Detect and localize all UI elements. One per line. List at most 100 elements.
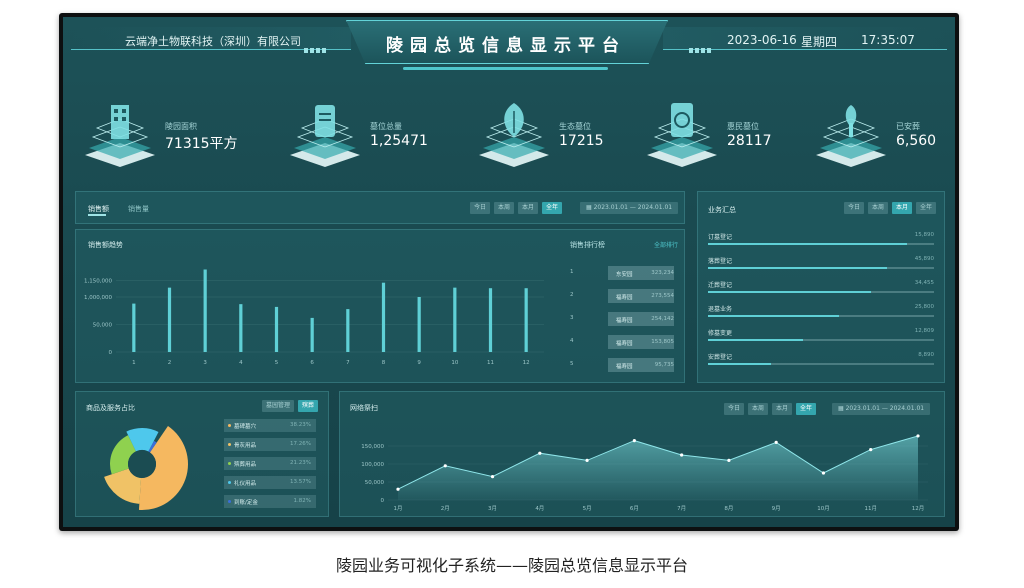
x-tick-label: 3月 xyxy=(488,505,497,512)
rank-view-all-link[interactable]: 全部排行 xyxy=(654,240,678,249)
calendar-icon: ▦ xyxy=(586,204,594,211)
net-period-month-button[interactable]: 本月 xyxy=(772,403,793,415)
legend-item[interactable]: 墓碑墓穴 38.23% xyxy=(224,419,316,432)
rank-item[interactable]: 1 东安园 323,234 xyxy=(570,266,680,280)
legend-item[interactable]: 殡葬用品 21.23% xyxy=(224,457,316,470)
data-point xyxy=(869,448,873,452)
date-range-text: 2023.01.01 — 2024.01.01 xyxy=(593,204,673,211)
biz-period-month-button[interactable]: 本月 xyxy=(892,202,913,214)
period-week-button[interactable]: 本周 xyxy=(494,202,515,214)
area-fill xyxy=(398,435,918,500)
date-range-picker[interactable]: ▦ 2023.01.01 — 2024.01.01 xyxy=(580,202,679,214)
business-name: 退墓业务 xyxy=(708,306,733,313)
legend-value: 38.23% xyxy=(290,422,311,428)
products-title: 商品及服务占比 xyxy=(86,404,135,412)
rank-item[interactable]: 5 福寿园 95,735 xyxy=(570,358,680,372)
active-tab-indicator xyxy=(88,214,106,216)
bar xyxy=(167,287,172,352)
data-point xyxy=(490,475,495,479)
period-month-button[interactable]: 本月 xyxy=(518,202,539,214)
x-tick-label: 7 xyxy=(346,360,350,366)
kpi-value: 1,25471 xyxy=(370,133,428,149)
bar xyxy=(453,287,457,352)
rank-item[interactable]: 3 福寿园 254,142 xyxy=(570,312,680,326)
products-cemetery-button[interactable]: 墓园管理 xyxy=(262,400,295,412)
x-tick-label: 9 xyxy=(417,360,421,366)
bar xyxy=(310,317,314,352)
legend-value: 13.57% xyxy=(290,479,311,485)
current-weekday: 星期四 xyxy=(801,35,838,49)
bar xyxy=(132,303,136,352)
rank-value: 153,805 xyxy=(651,339,674,345)
period-today-button[interactable]: 今日 xyxy=(470,202,491,214)
y-tick-label: 0 xyxy=(381,498,385,504)
bar xyxy=(524,288,528,352)
legend-value: 21.23% xyxy=(290,460,311,466)
business-item[interactable]: 落葬登记 45,890 xyxy=(708,256,934,278)
business-item[interactable]: 退墓业务 25,800 xyxy=(708,304,934,326)
business-progress-fill xyxy=(708,291,871,293)
legend-value: 1.82% xyxy=(293,498,311,504)
net-period-today-button[interactable]: 今日 xyxy=(724,403,745,415)
kpi-label: 生态墓位 xyxy=(559,122,591,131)
business-value: 8,890 xyxy=(918,352,934,358)
biz-period-year-button[interactable]: 全年 xyxy=(916,202,937,214)
legend-dot xyxy=(228,443,231,446)
network-panel: 网络祭扫 今日 本周 本月 全年 ▦ 2023.01.01 — 2024.01.… xyxy=(339,391,945,517)
rank-number: 5 xyxy=(570,361,574,367)
rank-number: 3 xyxy=(570,315,574,321)
rank-item[interactable]: 4 福寿园 153,805 xyxy=(570,335,680,349)
business-progress-fill xyxy=(708,267,887,269)
legend-item[interactable]: 到账/定金 1.82% xyxy=(224,495,316,508)
business-value: 34,455 xyxy=(914,280,934,286)
period-year-button[interactable]: 全年 xyxy=(542,202,563,214)
business-summary-panel: 业务汇总 今日 本周 本月 全年 订墓登记 15,890 落葬登记 45,890 xyxy=(697,191,945,383)
data-point xyxy=(916,434,920,438)
y-tick-label: 0 xyxy=(109,350,113,356)
business-item[interactable]: 迁葬登记 34,455 xyxy=(708,280,934,302)
calendar-icon: ▦ xyxy=(838,405,846,412)
refresh-icon xyxy=(647,103,717,167)
products-funeral-button[interactable]: 殡葬 xyxy=(298,400,319,412)
tab-sales-amount[interactable]: 销售额 xyxy=(88,204,109,214)
data-point xyxy=(443,464,447,468)
data-point xyxy=(821,471,826,475)
y-tick-label: 50,000 xyxy=(93,323,113,329)
tab-sales-volume[interactable]: 销售量 xyxy=(128,204,149,214)
y-tick-label: 1,000,000 xyxy=(84,295,112,301)
net-period-week-button[interactable]: 本周 xyxy=(748,403,769,415)
legend-dot xyxy=(228,500,231,503)
legend-item[interactable]: 礼仪用品 13.57% xyxy=(224,476,316,489)
products-pie-chart xyxy=(104,426,188,510)
header-left-dots xyxy=(304,38,328,53)
rank-number: 4 xyxy=(570,338,574,344)
business-title: 业务汇总 xyxy=(708,206,736,214)
biz-period-week-button[interactable]: 本周 xyxy=(868,202,889,214)
rank-number: 1 xyxy=(570,269,574,275)
biz-period-today-button[interactable]: 今日 xyxy=(844,202,865,214)
x-tick-label: 7月 xyxy=(677,505,686,512)
bar xyxy=(203,269,207,352)
business-item[interactable]: 安葬登记 8,890 xyxy=(708,352,934,374)
rank-name: 福寿园 xyxy=(616,341,633,347)
rank-list: 1 东安园 323,234 2 福寿园 273,554 3 福寿园 254,14… xyxy=(570,266,680,376)
x-tick-label: 11 xyxy=(487,360,494,366)
net-date-range-picker[interactable]: ▦ 2023.01.01 — 2024.01.01 xyxy=(832,403,931,415)
net-period-year-button[interactable]: 全年 xyxy=(796,403,817,415)
data-point xyxy=(585,458,589,462)
business-item[interactable]: 修墓变更 12,809 xyxy=(708,328,934,350)
kpi-value: 17215 xyxy=(559,133,604,149)
x-tick-label: 1月 xyxy=(394,505,403,512)
legend-item[interactable]: 骨灰用品 17.26% xyxy=(224,438,316,451)
legend-name: 礼仪用品 xyxy=(234,481,257,487)
rank-item[interactable]: 2 福寿园 273,554 xyxy=(570,289,680,303)
sales-chart-title: 销售额趋势 xyxy=(88,241,123,249)
business-item[interactable]: 订墓登记 15,890 xyxy=(708,232,934,254)
leaf-icon xyxy=(479,103,549,167)
business-value: 25,800 xyxy=(914,304,934,310)
x-tick-label: 6月 xyxy=(630,505,639,512)
x-tick-label: 5月 xyxy=(583,505,592,512)
business-progress-fill xyxy=(708,243,907,245)
business-progress-fill xyxy=(708,363,772,365)
current-date: 2023-06-16 xyxy=(727,33,797,47)
